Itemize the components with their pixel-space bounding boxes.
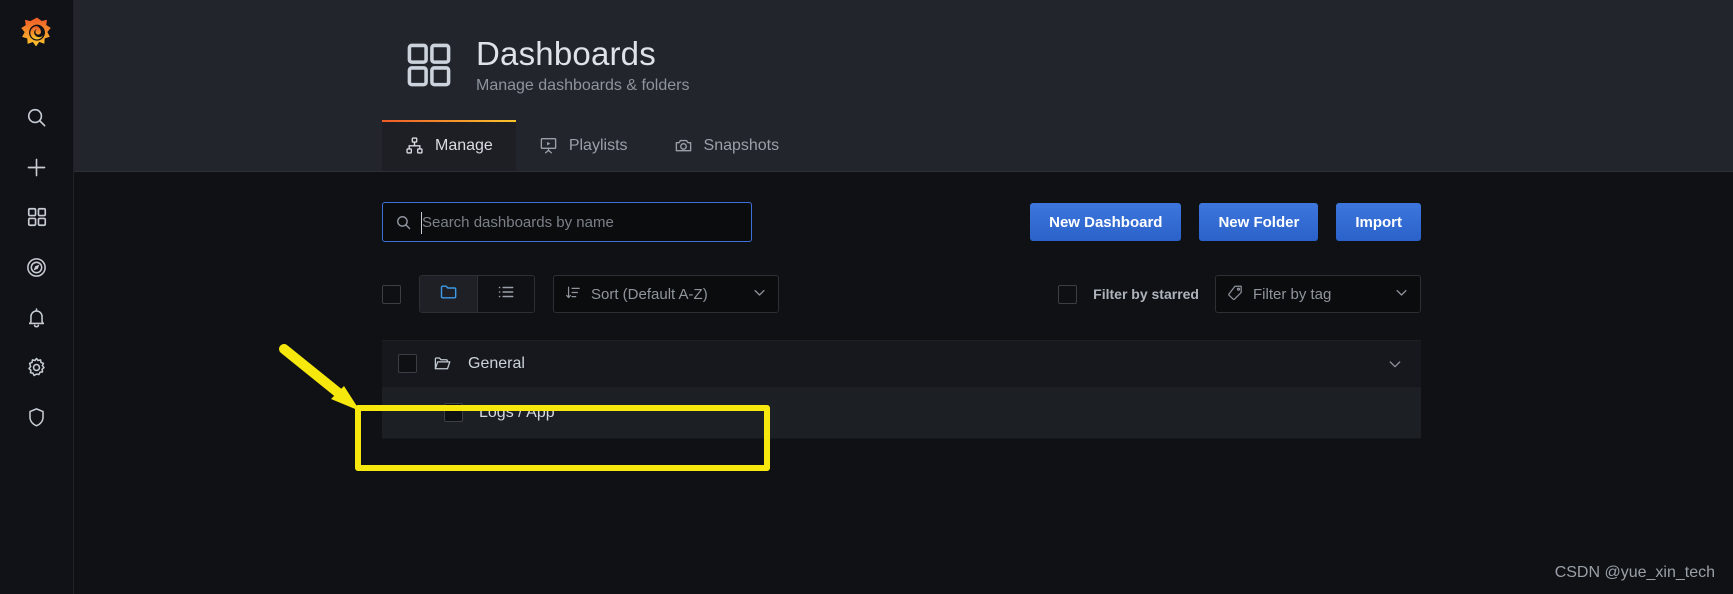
folder-icon xyxy=(439,282,459,307)
dashboard-listing: General Logs / App xyxy=(382,340,1421,439)
grafana-app-window: Dashboards Manage dashboards & folders xyxy=(0,0,1733,594)
presentation-play-icon xyxy=(539,136,558,155)
folder-row-general[interactable]: General xyxy=(382,341,1421,387)
tab-playlists-label: Playlists xyxy=(569,137,628,155)
page-title: Dashboards xyxy=(476,34,689,74)
sidebar-item-search[interactable] xyxy=(0,92,74,142)
tab-snapshots-label: Snapshots xyxy=(704,137,780,155)
filter-tag-select[interactable]: Filter by tag xyxy=(1215,275,1421,313)
content-area: Dashboards Manage dashboards & folders xyxy=(74,0,1733,594)
chevron-down-icon xyxy=(752,285,767,304)
tab-snapshots[interactable]: Snapshots xyxy=(651,120,803,171)
sort-select[interactable]: Sort (Default A-Z) xyxy=(553,275,779,313)
search-input[interactable] xyxy=(422,214,739,231)
text-caret xyxy=(421,212,422,234)
grafana-logo-icon[interactable] xyxy=(0,0,73,70)
sidebar-item-explore[interactable] xyxy=(0,242,74,292)
view-mode-toggle xyxy=(419,275,535,313)
sidebar-nav-items xyxy=(0,92,73,442)
tab-manage[interactable]: Manage xyxy=(382,120,516,171)
action-bar: New Dashboard New Folder Import xyxy=(382,202,1421,242)
page-title-row: Dashboards Manage dashboards & folders xyxy=(404,34,1733,95)
sitemap-icon xyxy=(405,136,424,155)
dashboards-icon xyxy=(26,206,48,228)
sidebar xyxy=(0,0,74,594)
page-header: Dashboards Manage dashboards & folders xyxy=(74,0,1733,172)
filter-tag-placeholder: Filter by tag xyxy=(1253,286,1331,303)
dashboards-squares-icon xyxy=(404,40,454,95)
new-folder-button[interactable]: New Folder xyxy=(1199,203,1318,241)
dashboard-row-logs-app[interactable]: Logs / App xyxy=(382,387,1421,439)
list-view-button[interactable] xyxy=(477,276,534,312)
sidebar-item-alerting[interactable] xyxy=(0,292,74,342)
bell-icon xyxy=(25,306,48,329)
tab-bar: Manage Playlists xyxy=(74,120,1733,171)
tag-icon xyxy=(1227,284,1244,305)
main-panel: New Dashboard New Folder Import xyxy=(74,172,1733,594)
sort-amount-down-icon xyxy=(565,284,582,305)
sidebar-item-configuration[interactable] xyxy=(0,342,74,392)
search-icon xyxy=(25,106,48,129)
search-box[interactable] xyxy=(382,202,752,242)
folder-open-icon xyxy=(433,354,452,373)
gear-icon xyxy=(25,356,48,379)
camera-icon xyxy=(674,136,693,155)
sidebar-item-dashboards[interactable] xyxy=(0,192,74,242)
sort-select-label: Sort (Default A-Z) xyxy=(591,286,708,303)
watermark-text: CSDN @yue_xin_tech xyxy=(1555,564,1715,582)
sidebar-item-server-admin[interactable] xyxy=(0,392,74,442)
folder-checkbox[interactable] xyxy=(398,354,417,373)
chevron-down-icon[interactable] xyxy=(1387,356,1403,372)
search-icon xyxy=(395,214,412,231)
page-subtitle: Manage dashboards & folders xyxy=(476,77,689,95)
dashboard-name: Logs / App xyxy=(479,404,555,422)
compass-icon xyxy=(25,256,48,279)
sidebar-item-create[interactable] xyxy=(0,142,74,192)
select-all-checkbox[interactable] xyxy=(382,285,401,304)
filter-starred-label[interactable]: Filter by starred xyxy=(1093,286,1199,302)
shield-icon xyxy=(25,406,48,429)
filter-starred-checkbox[interactable] xyxy=(1058,285,1077,304)
folder-view-button[interactable] xyxy=(420,276,477,312)
new-dashboard-button[interactable]: New Dashboard xyxy=(1030,203,1181,241)
action-buttons: New Dashboard New Folder Import xyxy=(1030,203,1421,241)
dashboard-checkbox[interactable] xyxy=(444,403,463,422)
list-icon xyxy=(496,282,516,307)
filter-toolbar: Sort (Default A-Z) Filter by starred xyxy=(382,275,1421,313)
chevron-down-icon xyxy=(1394,285,1409,304)
tab-playlists[interactable]: Playlists xyxy=(516,120,651,171)
folder-name: General xyxy=(468,355,525,373)
import-button[interactable]: Import xyxy=(1336,203,1421,241)
tab-manage-label: Manage xyxy=(435,137,493,155)
plus-icon xyxy=(25,156,48,179)
